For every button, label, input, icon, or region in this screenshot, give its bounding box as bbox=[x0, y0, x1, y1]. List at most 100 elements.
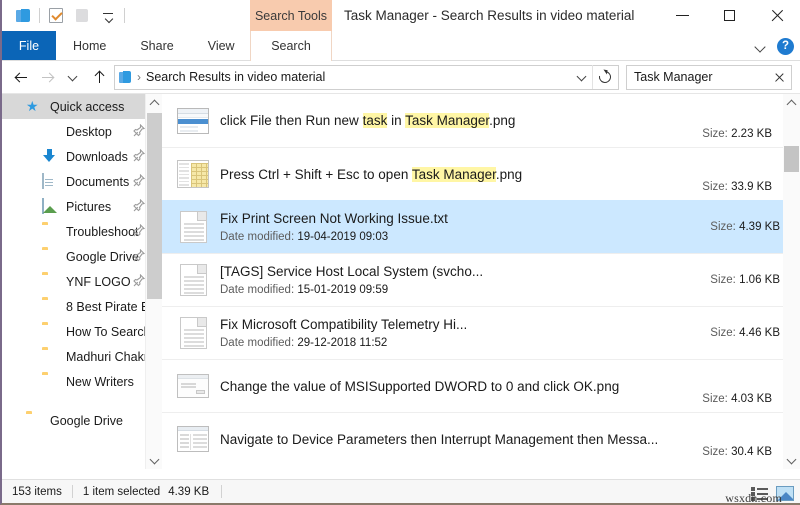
size-value: 4.46 KB bbox=[739, 327, 780, 339]
window-screenshot-thumb bbox=[174, 107, 212, 134]
address-dropdown-icon[interactable] bbox=[572, 65, 592, 89]
folder-icon bbox=[42, 324, 59, 340]
help-icon[interactable]: ? bbox=[777, 37, 794, 55]
up-button[interactable] bbox=[86, 64, 112, 90]
table-row[interactable]: [TAGS] Service Host Local System (svcho.… bbox=[162, 253, 800, 306]
scroll-up-icon[interactable] bbox=[146, 94, 162, 111]
search-highlight: Task Manager bbox=[405, 113, 490, 128]
tab-share[interactable]: Share bbox=[123, 31, 190, 60]
title-bar: Search Tools Task Manager - Search Resul… bbox=[2, 0, 800, 31]
table-row[interactable]: Navigate to Device Parameters then Inter… bbox=[162, 412, 800, 465]
sidebar-item-label: Documents bbox=[66, 174, 130, 189]
search-input[interactable]: Task Manager bbox=[626, 64, 792, 90]
size-label: Size: bbox=[710, 274, 736, 286]
scroll-up-icon[interactable] bbox=[783, 94, 800, 111]
size-value: 1.06 KB bbox=[739, 274, 780, 286]
scroll-down-icon[interactable] bbox=[146, 452, 162, 469]
file-name-part: .png bbox=[489, 113, 516, 128]
file-list: click File then Run new task in Task Man… bbox=[162, 94, 800, 469]
pin-icon[interactable] bbox=[132, 199, 145, 213]
scroll-down-icon[interactable] bbox=[783, 452, 800, 469]
back-button[interactable] bbox=[8, 64, 34, 90]
sidebar-item-pictures[interactable]: Pictures bbox=[2, 194, 162, 219]
size-value: 30.4 KB bbox=[731, 446, 772, 458]
file-name-part: Press Ctrl + Shift + Esc to open bbox=[220, 166, 412, 182]
sidebar-item-how-to-search[interactable]: How To Search T bbox=[2, 319, 162, 344]
window-title: Task Manager - Search Results in video m… bbox=[344, 8, 635, 23]
sidebar-item-madhuri-chakrab[interactable]: Madhuri Chakrab bbox=[2, 344, 162, 369]
explorer-body: ★ Quick access Desktop Downloads Documen… bbox=[2, 93, 800, 469]
close-icon[interactable] bbox=[771, 69, 788, 86]
sidebar-item-label: Pictures bbox=[66, 199, 112, 214]
table-row[interactable]: Fix Print Screen Not Working Issue.txt D… bbox=[162, 200, 800, 253]
text-document-icon bbox=[174, 317, 212, 349]
date-value: 19-04-2019 09:03 bbox=[297, 231, 389, 243]
folder-icon bbox=[42, 274, 59, 290]
file-size: Size: 30.4 KB bbox=[702, 446, 772, 458]
sidebar-item-ynf-logo[interactable]: YNF LOGO bbox=[2, 269, 162, 294]
file-list-scrollbar[interactable] bbox=[783, 94, 800, 469]
recent-locations-button[interactable] bbox=[60, 64, 86, 90]
selection-count: 1 item selected bbox=[82, 485, 161, 498]
minimize-button[interactable] bbox=[659, 0, 706, 31]
new-folder-icon[interactable] bbox=[69, 4, 95, 28]
document-icon bbox=[42, 172, 59, 190]
sidebar-item-downloads[interactable]: Downloads bbox=[2, 144, 162, 169]
sidebar-item-troubleshoot[interactable]: Troubleshoot bbox=[2, 219, 162, 244]
sidebar-item-quick-access[interactable]: ★ Quick access bbox=[2, 94, 162, 119]
file-name-part: click File then Run new bbox=[220, 113, 363, 128]
pin-icon[interactable] bbox=[132, 124, 145, 138]
refresh-icon[interactable] bbox=[592, 65, 616, 89]
sidebar-item-google-drive[interactable]: Google Drive bbox=[2, 244, 162, 269]
breadcrumb-path: Search Results in video material bbox=[146, 70, 326, 84]
sidebar-item-label: YNF LOGO bbox=[66, 274, 131, 289]
table-row[interactable]: Press Ctrl + Shift + Esc to open Task Ma… bbox=[162, 147, 800, 200]
address-path-box[interactable]: › Search Results in video material bbox=[114, 64, 619, 90]
pin-icon[interactable] bbox=[132, 174, 145, 188]
pin-icon[interactable] bbox=[132, 274, 145, 288]
sidebar-item-documents[interactable]: Documents bbox=[2, 169, 162, 194]
folder-icon bbox=[42, 349, 59, 365]
size-value: 4.03 KB bbox=[731, 393, 772, 405]
table-row[interactable]: Change the value of MSISupported DWORD t… bbox=[162, 359, 800, 412]
tab-search[interactable]: Search bbox=[250, 31, 332, 61]
table-row[interactable]: Fix Microsoft Compatibility Telemetry Hi… bbox=[162, 306, 800, 359]
maximize-button[interactable] bbox=[706, 0, 753, 31]
forward-button[interactable] bbox=[34, 64, 60, 90]
download-icon bbox=[42, 149, 59, 165]
text-document-icon bbox=[174, 211, 212, 243]
file-explorer-window: Search Tools Task Manager - Search Resul… bbox=[0, 0, 800, 505]
pin-icon[interactable] bbox=[132, 249, 145, 263]
navigation-pane-scrollbar[interactable] bbox=[145, 94, 162, 469]
status-bar: 153 items 1 item selected 4.39 KB wsxdn.… bbox=[2, 479, 800, 503]
pin-icon[interactable] bbox=[132, 224, 145, 238]
navigation-pane: ★ Quick access Desktop Downloads Documen… bbox=[2, 94, 162, 469]
registry-screenshot-thumb bbox=[174, 426, 212, 452]
table-row[interactable]: click File then Run new task in Task Man… bbox=[162, 94, 800, 147]
file-size: Size: 4.03 KB bbox=[702, 393, 772, 405]
tab-view[interactable]: View bbox=[191, 31, 252, 60]
chevron-down-icon[interactable] bbox=[754, 40, 767, 53]
explorer-icon[interactable] bbox=[10, 4, 36, 28]
sidebar-item-google-drive-root[interactable]: Google Drive bbox=[2, 408, 162, 433]
sidebar-item-label: Google Drive bbox=[50, 413, 123, 428]
address-bar: › Search Results in video material Task … bbox=[2, 61, 800, 93]
scrollbar-thumb[interactable] bbox=[784, 146, 799, 172]
customize-chevron-icon[interactable] bbox=[95, 4, 121, 28]
scrollbar-thumb[interactable] bbox=[147, 113, 162, 299]
tab-file[interactable]: File bbox=[2, 31, 56, 60]
qat-divider bbox=[39, 8, 40, 23]
sidebar-item-8-best-pirate-bay[interactable]: 8 Best Pirate Bay bbox=[2, 294, 162, 319]
file-date: Date modified: 15-01-2019 09:59 bbox=[220, 282, 710, 298]
size-value: 2.23 KB bbox=[731, 128, 772, 140]
watermark: wsxdn.com bbox=[725, 491, 782, 505]
pin-icon[interactable] bbox=[132, 149, 145, 163]
quick-access-toolbar bbox=[2, 0, 128, 31]
sidebar-item-desktop[interactable]: Desktop bbox=[2, 119, 162, 144]
close-button[interactable] bbox=[753, 0, 800, 31]
sidebar-item-new-writers[interactable]: New Writers bbox=[2, 369, 162, 394]
properties-icon[interactable] bbox=[43, 4, 69, 28]
window-controls bbox=[659, 0, 800, 31]
file-size: Size: 2.23 KB bbox=[702, 128, 772, 140]
tab-home[interactable]: Home bbox=[56, 31, 123, 60]
